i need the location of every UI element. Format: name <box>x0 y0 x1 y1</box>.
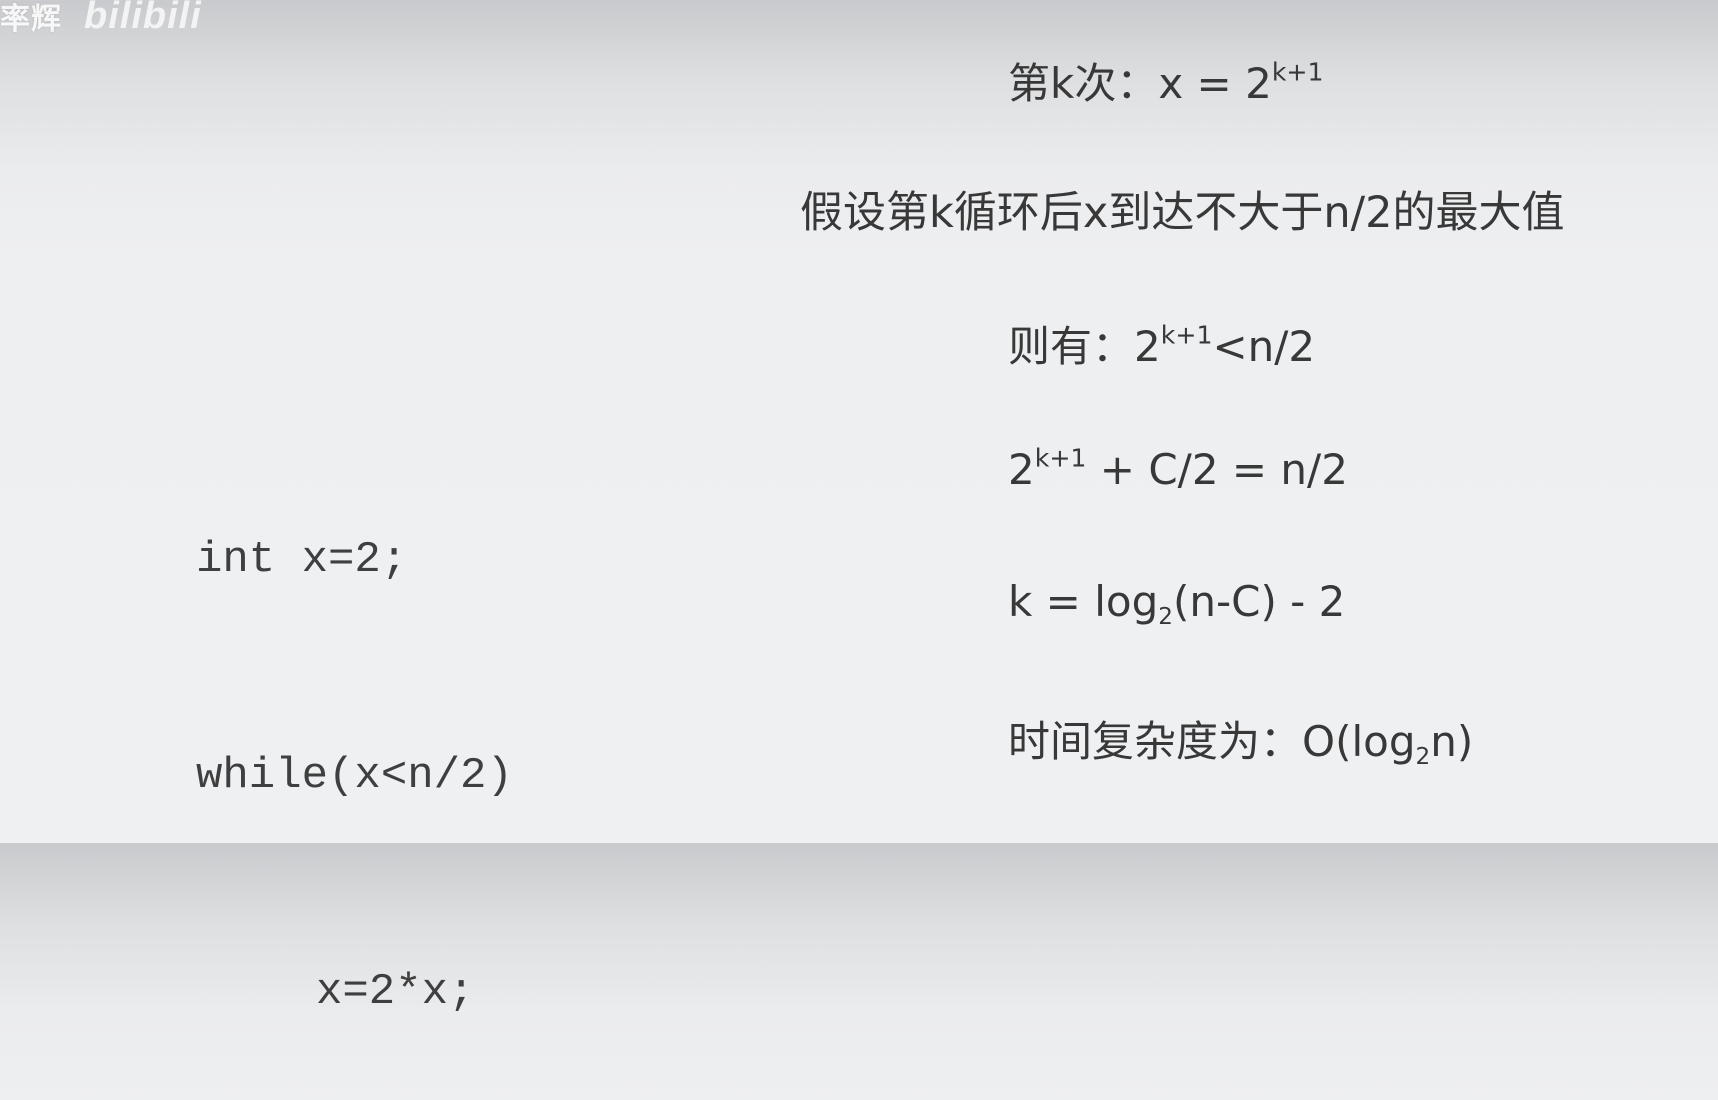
big-o-suffix: n) <box>1430 717 1474 766</box>
log-suffix: (n-C) - 2 <box>1172 577 1346 626</box>
log-base: 2 <box>1158 604 1173 631</box>
step-label: 则有： <box>1008 322 1135 371</box>
step-expression: x = 2 <box>1158 59 1272 108</box>
watermark: 率辉 bilibili <box>0 0 202 44</box>
derivation-step-kth-iteration: 第k次：x = 2k+1 <box>1008 50 1324 111</box>
big-o-prefix: O(log <box>1302 717 1416 766</box>
assumption-text: 假设第k循环后x到达不大于n/2的最大值 <box>800 188 1565 238</box>
bilibili-logo: bilibili <box>84 0 202 37</box>
exponent: k+1 <box>1160 320 1213 350</box>
equation-rest: + C/2 = n/2 <box>1086 445 1348 494</box>
log-base: 2 <box>1415 744 1431 771</box>
derivation-step-complexity: 时间复杂度为：O(log2n) <box>1008 708 1473 769</box>
code-line-body: x=2*x; <box>316 967 475 1017</box>
base: 2 <box>1134 322 1161 371</box>
code-block: int x=2; while(x<n/2) x=2*x; <box>196 380 513 1100</box>
base: 2 <box>1008 445 1035 494</box>
code-line-declare: int x=2; <box>196 535 408 585</box>
derivation-step-solve-k: k = log2(n-C) - 2 <box>1008 577 1346 629</box>
exponent: k+1 <box>1271 57 1324 87</box>
uploader-watermark: 率辉 <box>0 2 62 37</box>
step-label: 第k次： <box>1008 59 1159 108</box>
derivation-step-assumption: 假设第k循环后x到达不大于n/2的最大值 <box>800 178 1564 240</box>
step-label: 时间复杂度为： <box>1008 717 1303 766</box>
code-line-while: while(x<n/2) <box>196 751 513 801</box>
inequality-rest: <n/2 <box>1212 322 1316 371</box>
log-prefix: k = log <box>1008 577 1159 626</box>
exponent: k+1 <box>1034 443 1087 473</box>
derivation-step-inequality: 则有：2k+1<n/2 <box>1008 313 1315 374</box>
derivation-step-equation: 2k+1 + C/2 = n/2 <box>1008 445 1348 494</box>
